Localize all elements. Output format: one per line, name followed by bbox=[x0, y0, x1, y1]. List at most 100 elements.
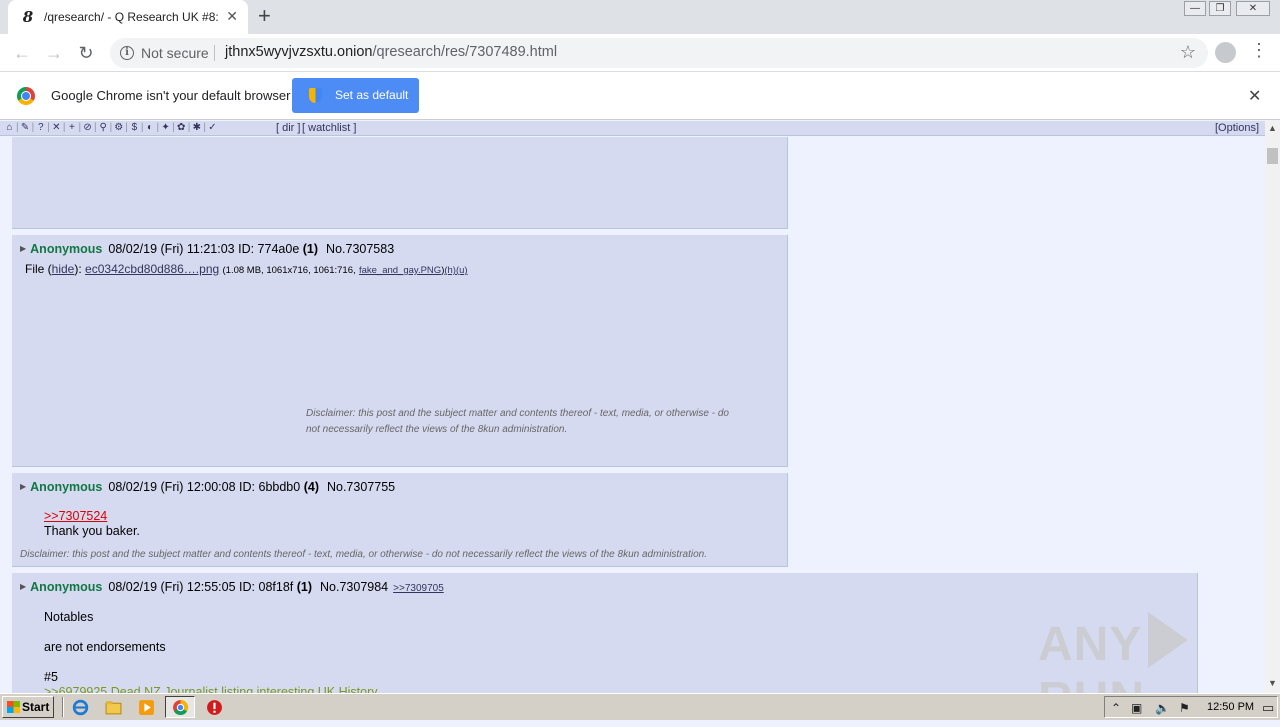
url-text[interactable]: jthnx5wyvjvzsxtu.onion/qresearch/res/730… bbox=[225, 44, 557, 60]
poster-id[interactable]: ID: 6bbdb0 bbox=[239, 480, 300, 494]
tab-strip: 8 /qresearch/ - Q Research UK #8: Bo ✕ +… bbox=[0, 0, 1280, 34]
bookmark-star-icon[interactable]: ☆ bbox=[1180, 42, 1196, 63]
folder-icon[interactable] bbox=[105, 699, 122, 716]
post-body: >>7307524 Thank you baker. bbox=[44, 509, 140, 538]
post-intro: ▶ Anonymous 08/02/19 (Fri) 12:00:08 ID: 6b… bbox=[20, 480, 395, 494]
post-menu-triangle-icon[interactable]: ▶ bbox=[20, 582, 26, 591]
tab-close-icon[interactable]: ✕ bbox=[226, 8, 238, 25]
taskbar-clock[interactable]: 12:50 PM bbox=[1207, 701, 1254, 713]
scroll-up-icon[interactable]: ▲ bbox=[1268, 123, 1277, 133]
infobar-close-icon[interactable]: ✕ bbox=[1248, 86, 1261, 106]
volume-icon[interactable]: 🔈 bbox=[1155, 701, 1170, 715]
info-icon[interactable]: i bbox=[120, 46, 134, 60]
poster-id[interactable]: ID: 774a0e bbox=[238, 242, 299, 256]
poster-id[interactable]: ID: 08f18f bbox=[239, 580, 293, 594]
tag-icon[interactable]: ✎ bbox=[19, 121, 32, 135]
post-intro: ▶ Anonymous 08/02/19 (Fri) 11:21:03 ID: 77… bbox=[20, 242, 394, 256]
security-label[interactable]: Not secure bbox=[141, 45, 209, 61]
poster-name: Anonymous bbox=[30, 580, 103, 594]
show-desktop-icon[interactable]: ▭ bbox=[1262, 700, 1274, 716]
system-tray: ⌃ ▣ 🔈 ⚑ 12:50 PM ▭ bbox=[1104, 696, 1278, 718]
window-close-icon[interactable]: ✕ bbox=[1236, 1, 1270, 16]
post-line: #5 bbox=[44, 670, 58, 684]
browser-toolbar: ← → ↻ i Not secure jthnx5wyvjvzsxtu.onio… bbox=[0, 34, 1280, 72]
file-u-link[interactable]: (u) bbox=[456, 265, 468, 276]
post-number-link[interactable]: No.7307984 bbox=[320, 580, 388, 594]
new-tab-button[interactable]: + bbox=[258, 3, 271, 29]
disclaimer-line: Disclaimer: this post and the subject ma… bbox=[306, 408, 729, 419]
file-info: File (hide): ec0342cbd80d886….png (1.08 … bbox=[25, 262, 468, 276]
post-menu-triangle-icon[interactable]: ▶ bbox=[20, 482, 26, 491]
omnibox-separator bbox=[214, 45, 215, 61]
dir-link[interactable]: [ dir ] bbox=[276, 121, 300, 135]
watermark-left: ANY bbox=[1038, 618, 1143, 671]
default-browser-infobar: Google Chrome isn't your default browser… bbox=[0, 72, 1280, 120]
quote-link[interactable]: >>7307524 bbox=[44, 509, 140, 523]
internet-explorer-icon[interactable] bbox=[72, 699, 89, 716]
network-icon[interactable]: ▣ bbox=[1131, 701, 1142, 715]
minimize-icon[interactable]: — bbox=[1184, 1, 1206, 16]
file-name-link[interactable]: ec0342cbd80d886….png bbox=[85, 262, 219, 276]
post-text: Thank you baker. bbox=[44, 524, 140, 538]
file-meta: (1.08 MB, 1061x716, 1061:716, bbox=[222, 265, 356, 276]
search-icon[interactable]: ⚲ bbox=[97, 121, 110, 135]
scrollbar-thumb[interactable] bbox=[1267, 148, 1278, 164]
question-icon[interactable]: ? bbox=[34, 121, 47, 135]
shuffle-icon[interactable]: ✕ bbox=[50, 121, 63, 135]
poster-post-count: (4) bbox=[303, 480, 319, 494]
post-menu-triangle-icon[interactable]: ▶ bbox=[20, 244, 26, 253]
post-datetime: 08/02/19 (Fri) 12:55:05 bbox=[108, 580, 236, 594]
dir-label: dir bbox=[282, 122, 295, 134]
board-icon-links: ⌂ | ✎ |? | ✕ | + | ⊘ | ⚲ | ⚙ | $ | ◐ | ✦ | ✿ | ✱ | ✓ bbox=[3, 121, 219, 135]
browser-tab[interactable]: 8 /qresearch/ - Q Research UK #8: Bo ✕ bbox=[8, 0, 248, 34]
chrome-icon bbox=[173, 700, 188, 716]
circle-check-icon[interactable]: ✓ bbox=[206, 121, 219, 135]
notable-link[interactable]: >>6979925 Dead NZ Journalist listing int… bbox=[44, 685, 378, 693]
reload-icon[interactable]: ↻ bbox=[74, 41, 98, 65]
post-number-link[interactable]: No.7307583 bbox=[326, 242, 394, 256]
contrast-icon[interactable]: ◐ bbox=[143, 121, 156, 135]
ban-icon[interactable]: ⊘ bbox=[81, 121, 94, 135]
dollar-icon[interactable]: $ bbox=[128, 121, 141, 135]
file-prefix: File ( bbox=[25, 262, 52, 276]
url-host: jthnx5wyvjvzsxtu.onion bbox=[225, 44, 373, 60]
board-top-bar: ⌂ | ✎ |? | ✕ | + | ⊘ | ⚲ | ⚙ | $ | ◐ | ✦ | ✿ | ✱ | ✓ [ dir ] [ wa… bbox=[0, 121, 1265, 136]
tray-expand-icon[interactable]: ⌃ bbox=[1111, 701, 1121, 715]
post-number-link[interactable]: No.7307755 bbox=[327, 480, 395, 494]
options-link[interactable]: [Options] bbox=[1215, 121, 1259, 135]
post-reply: ▶ Anonymous 08/02/19 (Fri) 12:00:08 ID: 6b… bbox=[12, 473, 788, 567]
poster-post-count: (1) bbox=[296, 580, 313, 594]
page-scrollbar[interactable] bbox=[1265, 121, 1280, 693]
file-hide-link[interactable]: hide bbox=[52, 262, 75, 276]
cog-icon[interactable]: ✿ bbox=[175, 121, 188, 135]
action-center-flag-icon[interactable]: ⚑ bbox=[1179, 701, 1190, 715]
file-original-name-link[interactable]: fake_and_gay.PNG bbox=[359, 265, 441, 276]
stop-icon[interactable] bbox=[206, 699, 223, 716]
set-as-default-button[interactable]: Set as default bbox=[292, 78, 419, 113]
windows-taskbar: Start ⌃ ▣ 🔈 ⚑ 12:50 PM ▭ bbox=[0, 693, 1280, 720]
media-player-icon[interactable] bbox=[138, 699, 155, 716]
gear-icon[interactable]: ⚙ bbox=[112, 121, 125, 135]
windows-logo-icon bbox=[7, 701, 20, 713]
back-arrow-icon[interactable]: ← bbox=[10, 41, 34, 65]
backlink[interactable]: >>7309705 bbox=[393, 583, 444, 594]
menu-kebab-icon[interactable]: ⋮ bbox=[1250, 40, 1268, 61]
start-button[interactable]: Start bbox=[2, 696, 54, 718]
plus-icon[interactable]: + bbox=[65, 121, 78, 135]
bug-icon[interactable]: ✱ bbox=[190, 121, 203, 135]
restore-icon[interactable]: ❐ bbox=[1209, 1, 1231, 16]
taskbar-chrome-button[interactable] bbox=[165, 696, 195, 718]
poster-name: Anonymous bbox=[30, 480, 103, 494]
home-icon[interactable]: ⌂ bbox=[3, 121, 16, 135]
profile-avatar[interactable] bbox=[1215, 42, 1236, 63]
file-h-link[interactable]: (h) bbox=[444, 265, 456, 276]
watchlist-link[interactable]: [ watchlist ] bbox=[302, 121, 356, 135]
post-intro: ▶ Anonymous 08/02/19 (Fri) 12:55:05 ID: 08… bbox=[20, 580, 444, 594]
forward-arrow-icon[interactable]: → bbox=[42, 41, 66, 65]
twitter-icon[interactable]: ✦ bbox=[159, 121, 172, 135]
address-bar[interactable]: i Not secure jthnx5wyvjvzsxtu.onion/qres… bbox=[110, 38, 1208, 68]
set-as-default-label: Set as default bbox=[335, 88, 409, 102]
thread-content: ▶ Anonymous 08/02/19 (Fri) 11:21:03 ID: 77… bbox=[0, 137, 1265, 693]
start-label: Start bbox=[22, 700, 50, 714]
chrome-logo-icon bbox=[17, 87, 35, 105]
